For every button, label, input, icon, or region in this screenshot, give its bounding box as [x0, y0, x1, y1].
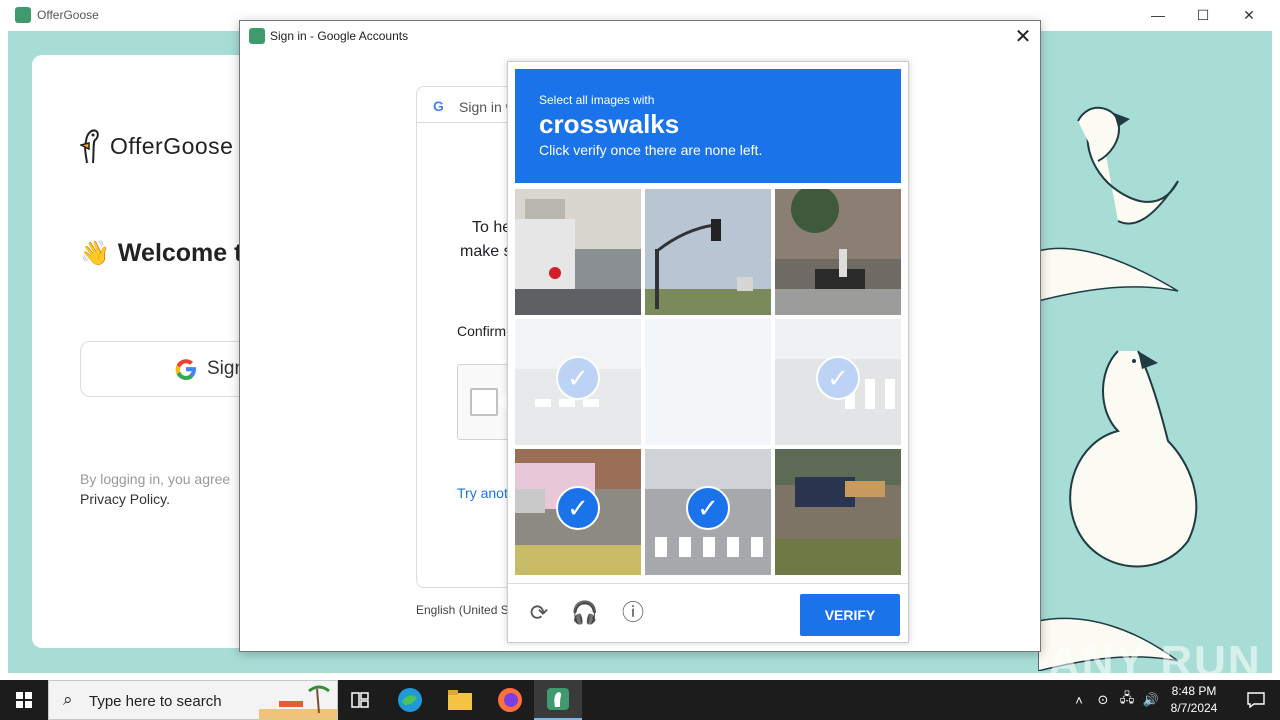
volume-icon[interactable]: 🔊 [1140, 680, 1162, 720]
language-selector[interactable]: English (United S [416, 603, 509, 617]
task-view-icon [351, 692, 369, 708]
notification-icon [1247, 692, 1265, 708]
task-view-button[interactable] [336, 680, 384, 720]
windows-logo-icon [16, 692, 32, 708]
network-icon[interactable]: 🖧 [1116, 680, 1138, 720]
clock-time: 8:48 PM [1171, 684, 1217, 698]
truck-street-image [515, 189, 641, 315]
audio-challenge-icon[interactable]: 🎧 [570, 598, 600, 628]
folder-icon [448, 690, 472, 710]
minimize-button[interactable]: — [1135, 0, 1181, 31]
challenge-image-grid: ✓ ✓ ✓ ✓ [515, 189, 901, 575]
clock-date: 8/7/2024 [1170, 701, 1218, 715]
reload-icon[interactable]: ⟳ [524, 598, 554, 628]
file-explorer-taskbar-button[interactable] [436, 680, 484, 720]
brand-name: OfferGoose [110, 132, 234, 159]
app-window-title: OfferGoose [37, 8, 99, 22]
goose-logo-icon [80, 129, 99, 164]
challenge-footer: ⟳ 🎧 ⓘ VERIFY [508, 583, 908, 643]
firefox-icon [498, 688, 522, 712]
selected-check-icon: ✓ [686, 486, 730, 530]
maximize-button[interactable]: ☐ [1180, 0, 1226, 31]
try-another-way-link[interactable]: Try anot [457, 485, 508, 501]
recaptcha-checkbox[interactable] [470, 388, 498, 416]
waving-hand-icon: 👋 [80, 240, 110, 267]
challenge-tile[interactable] [645, 319, 771, 445]
confirm-label: Confirm [457, 323, 507, 339]
welcome-heading: 👋 Welcome to [80, 239, 258, 268]
firefox-taskbar-button[interactable] [486, 680, 534, 720]
dialog-close-button[interactable]: ✕ [1010, 24, 1036, 50]
search-placeholder: Type here to search [89, 693, 222, 710]
google-g-small-icon: G [433, 98, 444, 114]
challenge-target: crosswalks [539, 109, 680, 139]
taskbar-clock[interactable]: 8:48 PM 8/7/2024 [1162, 683, 1226, 717]
offergoose-app-icon [15, 7, 31, 23]
search-icon: ⌕ [63, 690, 73, 709]
offergoose-taskbar-button[interactable] [534, 680, 582, 720]
goose-illustration [1038, 106, 1198, 671]
edge-icon [398, 688, 422, 712]
beach-search-art-icon [259, 685, 337, 719]
edge-taskbar-button[interactable] [386, 680, 434, 720]
brand: OfferGoose [80, 127, 233, 165]
selected-check-icon: ✓ [556, 486, 600, 530]
dialog-titlebar: Sign in - Google Accounts ✕ [240, 21, 1040, 51]
traffic-light-image [645, 189, 771, 315]
action-center-button[interactable] [1232, 680, 1280, 720]
signin-info-line1: To he [472, 219, 512, 236]
challenge-tile[interactable] [775, 189, 901, 315]
motorbikes-image [775, 189, 901, 315]
anyrun-watermark: ANY RUN [1048, 637, 1262, 673]
motorbike-road-image [775, 449, 901, 575]
challenge-subtext: Click verify once there are none left. [539, 142, 763, 158]
challenge-tile[interactable] [515, 189, 641, 315]
challenge-tile[interactable] [775, 449, 901, 575]
recaptcha-challenge: Select all images with crosswalks Click … [507, 61, 909, 643]
offergoose-taskbar-icon [547, 688, 569, 710]
verify-button[interactable]: VERIFY [800, 594, 900, 636]
offergoose-dialog-icon [249, 28, 265, 44]
taskbar-search[interactable]: ⌕ Type here to search [48, 680, 338, 720]
selected-check-icon: ✓ [556, 356, 600, 400]
dialog-title: Sign in - Google Accounts [270, 29, 409, 43]
signin-info-line2: make s [460, 243, 512, 260]
show-hidden-icons-button[interactable]: ˄ [1068, 680, 1090, 720]
google-g-icon [175, 359, 196, 380]
start-button[interactable] [0, 680, 48, 720]
challenge-header: Select all images with crosswalks Click … [515, 69, 901, 183]
selected-check-icon: ✓ [816, 356, 860, 400]
challenge-instruction: Select all images with [539, 93, 655, 107]
tray-app-icon[interactable]: ⊙ [1092, 680, 1114, 720]
close-window-button[interactable]: ✕ [1226, 0, 1272, 31]
taskbar: ⌕ Type here to search ˄ ⊙ 🖧 🔊 8:48 PM 8/… [0, 680, 1280, 720]
info-icon[interactable]: ⓘ [618, 598, 648, 628]
welcome-text: Welcome to [117, 239, 258, 267]
challenge-tile[interactable] [645, 189, 771, 315]
